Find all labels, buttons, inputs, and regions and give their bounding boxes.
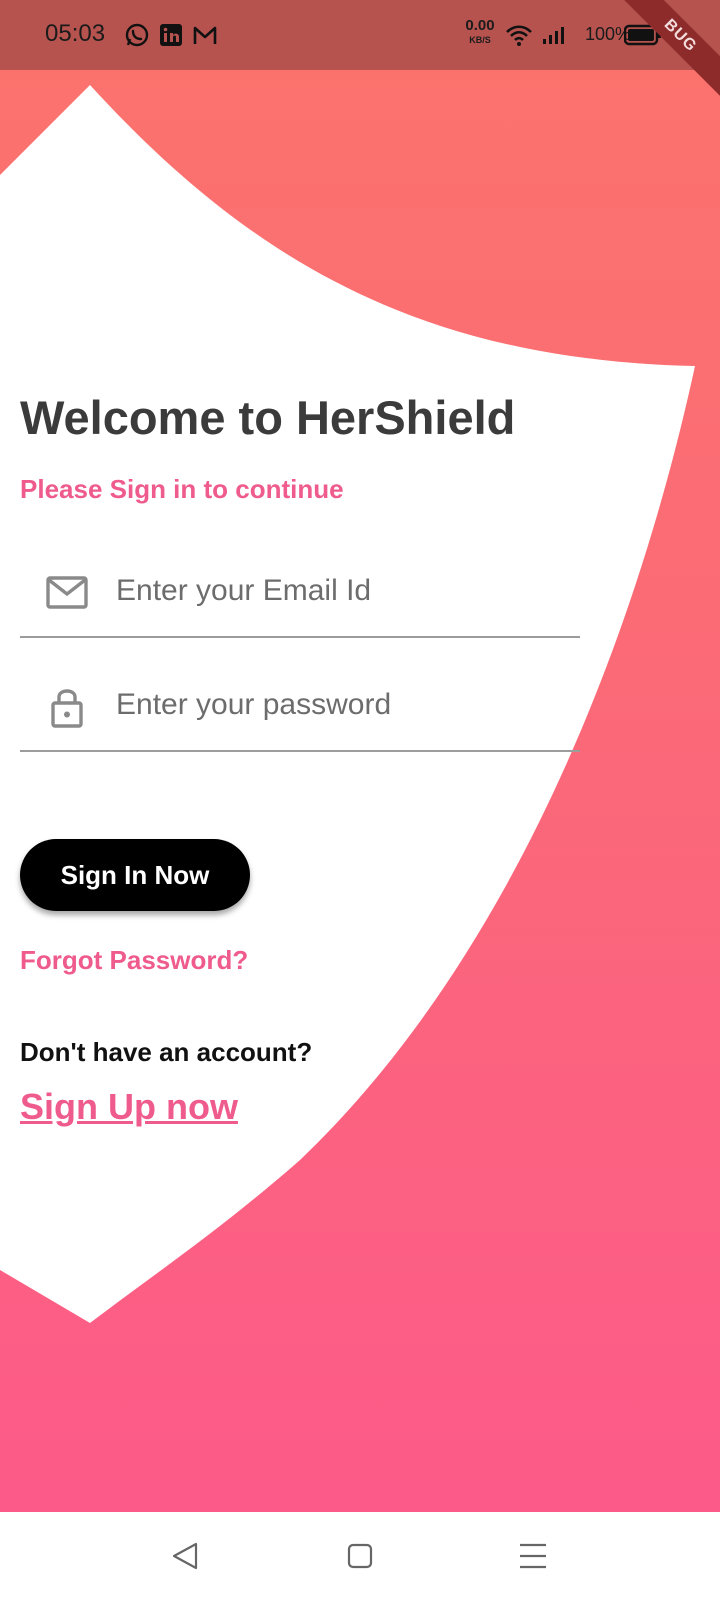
status-time: 05:03 bbox=[45, 20, 106, 47]
password-field[interactable] bbox=[20, 660, 580, 752]
navigation-bar bbox=[0, 1512, 720, 1600]
whatsapp-icon bbox=[125, 23, 149, 47]
status-bar: 05:03 0.00 KB/S 100% BUG bbox=[0, 0, 720, 103]
page-title: Welcome to HerShield bbox=[20, 391, 516, 444]
network-speed: 0.00 KB/S bbox=[463, 17, 497, 46]
page-subtitle: Please Sign in to continue bbox=[20, 474, 344, 504]
shield-shape bbox=[0, 85, 695, 1323]
password-input[interactable] bbox=[116, 682, 566, 728]
sign-up-link[interactable]: Sign Up now bbox=[20, 1086, 238, 1128]
linkedin-icon bbox=[160, 24, 182, 46]
email-field[interactable] bbox=[20, 546, 580, 638]
lock-icon bbox=[51, 689, 83, 728]
signal-icon bbox=[543, 27, 564, 44]
back-icon[interactable] bbox=[168, 1538, 204, 1574]
menu-icon[interactable] bbox=[515, 1538, 551, 1574]
mail-icon bbox=[46, 576, 88, 609]
sign-in-button[interactable]: Sign In Now bbox=[20, 839, 250, 911]
email-input[interactable] bbox=[116, 568, 566, 614]
forgot-password-link[interactable]: Forgot Password? bbox=[20, 945, 248, 976]
network-speed-value: 0.00 bbox=[465, 17, 495, 34]
no-account-text: Don't have an account? bbox=[20, 1037, 313, 1067]
wifi-icon bbox=[506, 25, 532, 46]
home-icon[interactable] bbox=[342, 1538, 378, 1574]
network-speed-unit: KB/S bbox=[469, 35, 491, 45]
gmail-icon bbox=[193, 26, 217, 44]
